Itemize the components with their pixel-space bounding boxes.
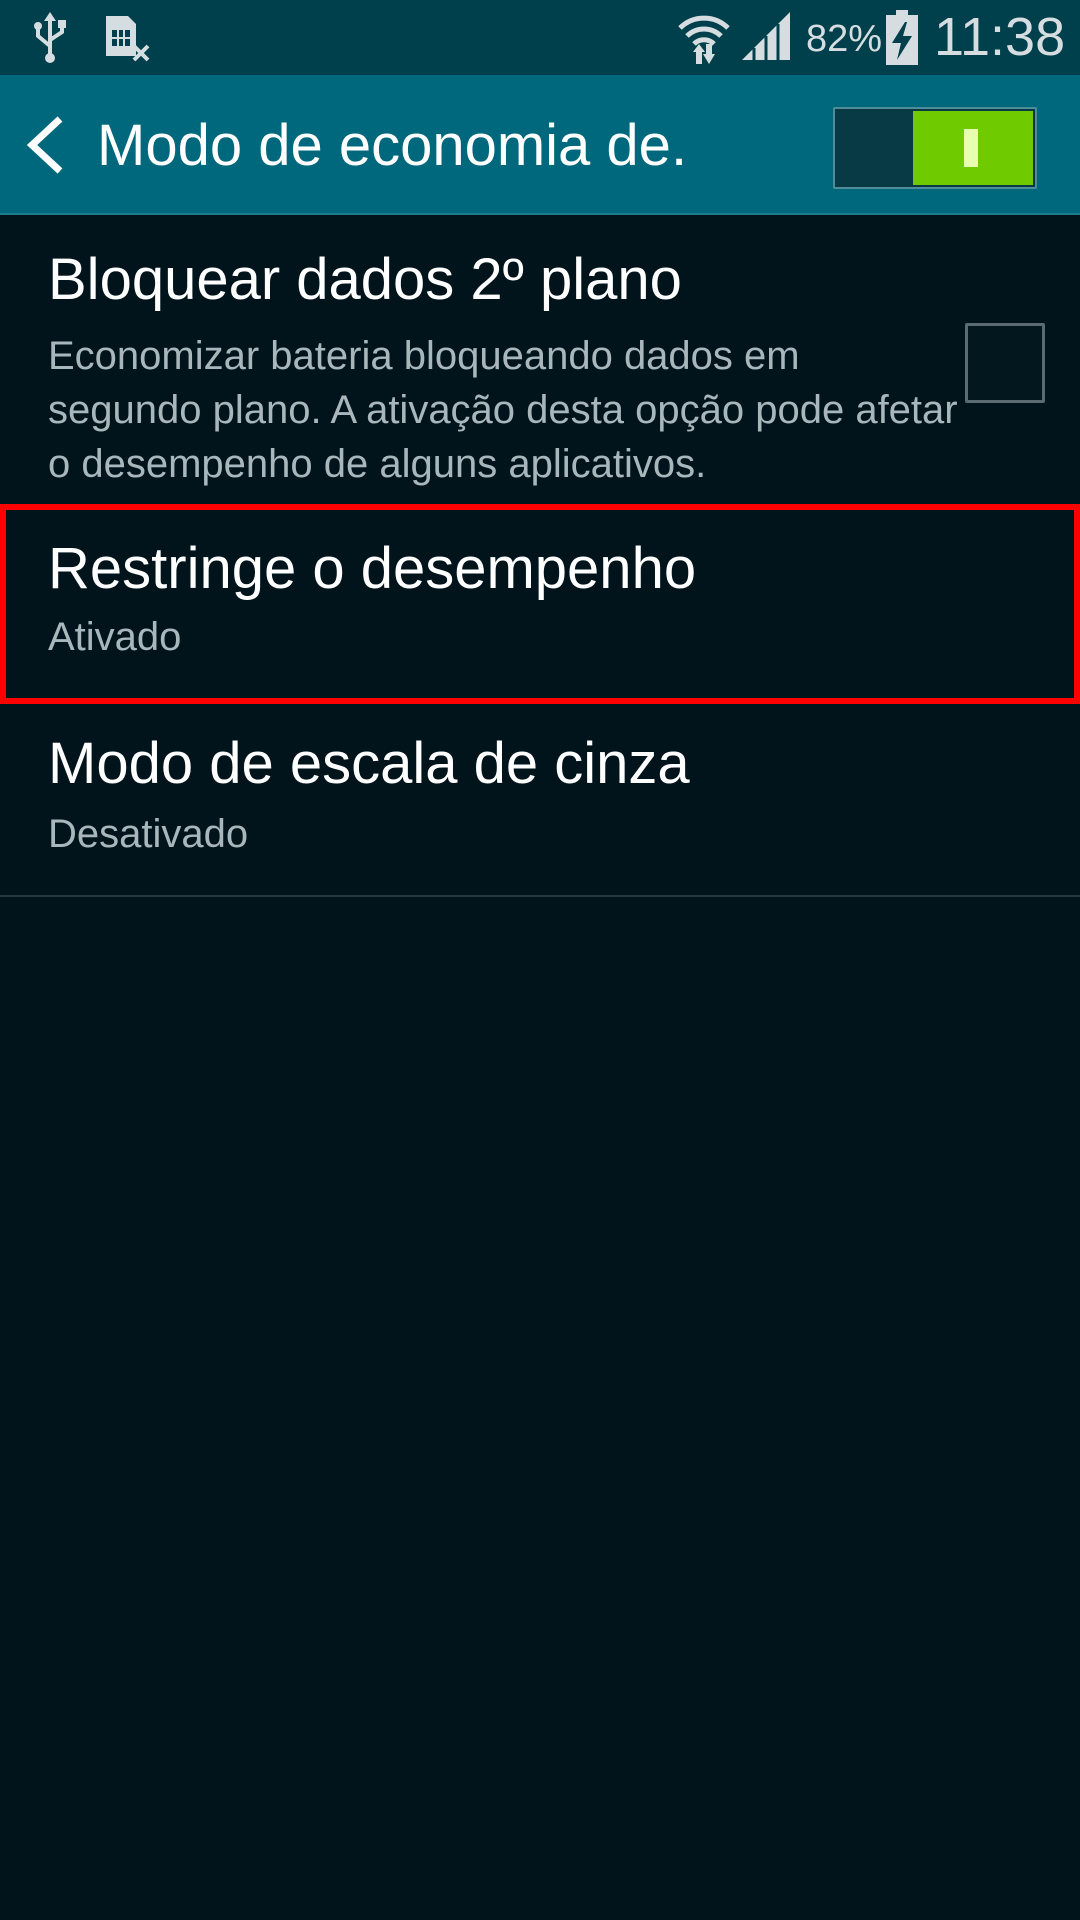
item-title: Modo de escala de cinza [48,731,690,796]
switch-on-indicator [964,129,978,167]
signal-icon [740,12,792,67]
list-item-restrict-performance[interactable]: Restringe o desempenho Ativado [0,504,1080,704]
divider [0,895,1080,897]
item-status: Desativado [48,812,249,856]
master-switch[interactable] [833,107,1037,189]
sim-card-error-icon [100,12,152,69]
back-button[interactable] [18,105,78,185]
wifi-icon [676,8,732,71]
item-description: Economizar bateria bloqueando dados em s… [48,334,958,486]
switch-thumb [913,111,1033,185]
usb-icon [30,12,70,69]
page-title: Modo de economia de. [97,113,688,178]
action-bar: Modo de economia de. [0,75,1080,215]
chevron-left-icon [18,116,78,189]
battery-charging-icon [884,10,920,71]
background-data-checkbox[interactable] [965,323,1045,403]
item-title: Restringe o desempenho [48,536,697,601]
item-title: Bloquear dados 2º plano [48,247,682,312]
item-status: Ativado [48,615,182,659]
clock: 11:38 [934,7,1066,67]
list-item-grayscale-mode[interactable]: Modo de escala de cinza Desativado [0,707,1080,897]
status-bar: 82% 11:38 [0,0,1080,75]
battery-percent: 82% [806,18,883,60]
list-item-background-data[interactable]: Bloquear dados 2º plano Economizar bater… [0,217,1080,503]
